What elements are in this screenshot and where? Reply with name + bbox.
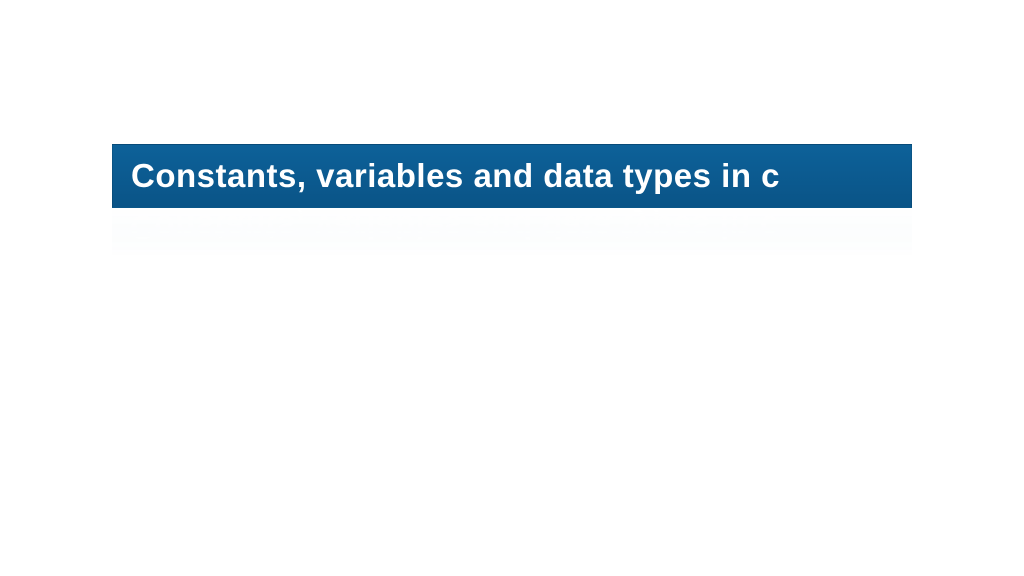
slide-title-reflection: Constants, variables and data types in c: [112, 208, 912, 258]
slide-title-banner: Constants, variables and data types in c: [112, 144, 912, 208]
slide-title-text: Constants, variables and data types in c: [131, 157, 780, 194]
slide-title-reflection-text: Constants, variables and data types in c: [130, 209, 779, 246]
title-container: Constants, variables and data types in c…: [112, 144, 912, 258]
